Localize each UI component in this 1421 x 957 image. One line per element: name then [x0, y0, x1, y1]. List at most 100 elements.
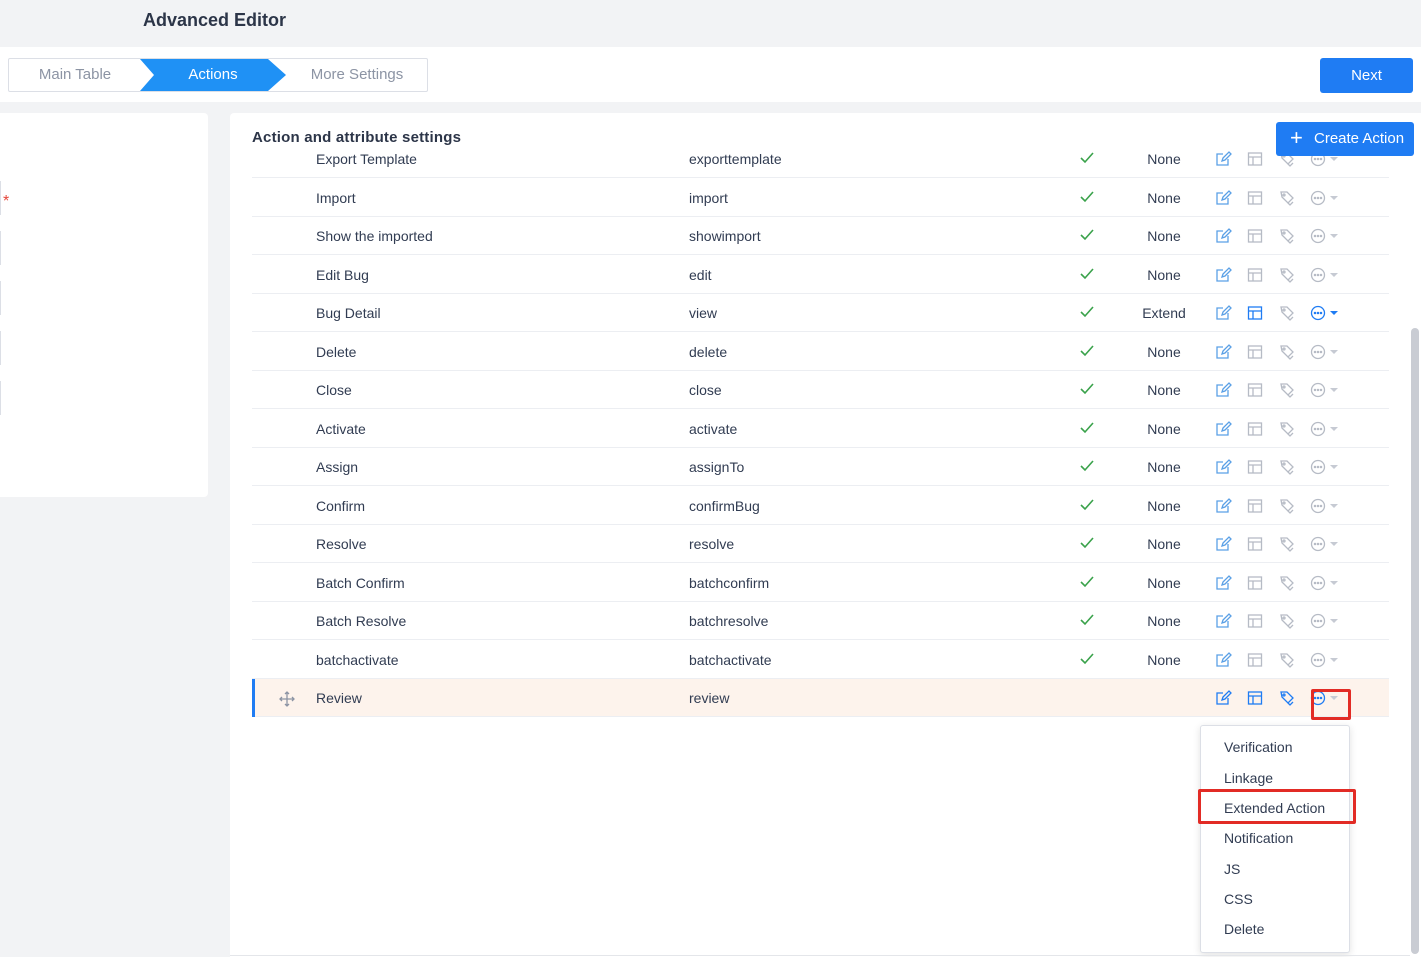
edit-icon[interactable] [1214, 420, 1232, 438]
chevron-down-icon[interactable] [1330, 349, 1338, 354]
tag-icon[interactable] [1278, 612, 1296, 630]
table-row[interactable]: Batch Resolve batchresolve None [252, 602, 1389, 640]
table-row[interactable]: Review review [252, 679, 1389, 717]
edit-icon[interactable] [1214, 343, 1232, 361]
chevron-down-icon[interactable] [1330, 157, 1338, 161]
edit-icon[interactable] [1214, 266, 1232, 284]
drag-handle-icon[interactable] [278, 690, 295, 707]
tag-icon[interactable] [1278, 651, 1296, 669]
table-row[interactable]: Import import None [252, 179, 1389, 217]
layout-icon[interactable] [1246, 189, 1264, 207]
table-row[interactable]: Assign assignTo None [252, 448, 1389, 486]
more-icon[interactable] [1309, 497, 1327, 515]
edit-icon[interactable] [1214, 381, 1232, 399]
edit-icon[interactable] [1214, 189, 1232, 207]
tag-icon[interactable] [1278, 304, 1296, 322]
chevron-down-icon[interactable] [1330, 388, 1338, 392]
table-row[interactable]: Batch Confirm batchconfirm None [252, 564, 1389, 602]
menu-item-verification[interactable]: Verification [1224, 739, 1292, 755]
edit-icon[interactable] [1214, 497, 1232, 515]
layout-icon[interactable] [1246, 304, 1264, 322]
edit-icon[interactable] [1214, 458, 1232, 476]
scrollbar[interactable] [1411, 328, 1419, 954]
edit-icon[interactable] [1214, 651, 1232, 669]
layout-icon[interactable] [1246, 150, 1264, 168]
chevron-down-icon[interactable] [1330, 465, 1338, 469]
tag-icon[interactable] [1278, 535, 1296, 553]
chevron-down-icon[interactable] [1330, 311, 1338, 315]
more-icon[interactable] [1309, 304, 1327, 322]
layout-icon[interactable] [1246, 497, 1264, 515]
edit-icon[interactable] [1214, 535, 1232, 553]
tag-icon[interactable] [1278, 266, 1296, 284]
table-row[interactable]: Delete delete None [252, 333, 1389, 371]
menu-item-delete[interactable]: Delete [1224, 921, 1264, 937]
tag-icon[interactable] [1278, 343, 1296, 361]
layout-icon[interactable] [1246, 574, 1264, 592]
chevron-down-icon[interactable] [1330, 657, 1338, 662]
menu-item-notification[interactable]: Notification [1224, 830, 1293, 846]
more-icon[interactable] [1309, 266, 1327, 284]
check-icon [1078, 342, 1094, 358]
table-row[interactable]: Edit Bug edit None [252, 256, 1389, 294]
tag-icon[interactable] [1278, 689, 1296, 707]
layout-icon[interactable] [1246, 381, 1264, 399]
layout-icon[interactable] [1246, 227, 1264, 245]
menu-item-js[interactable]: JS [1224, 861, 1240, 877]
table-row[interactable]: Bug Detail view Extend [252, 294, 1389, 332]
layout-icon[interactable] [1246, 689, 1264, 707]
chevron-down-icon[interactable] [1330, 195, 1338, 200]
layout-icon[interactable] [1246, 535, 1264, 553]
chevron-down-icon[interactable] [1330, 619, 1338, 623]
step-more-settings[interactable]: More Settings [285, 59, 429, 91]
step-actions[interactable]: Actions [140, 59, 286, 91]
layout-icon[interactable] [1246, 420, 1264, 438]
more-icon[interactable] [1309, 651, 1327, 669]
table-row[interactable]: Close close None [252, 371, 1389, 409]
table-row[interactable]: Show the imported showimport None [252, 217, 1389, 255]
tag-icon[interactable] [1278, 574, 1296, 592]
edit-icon[interactable] [1214, 689, 1232, 707]
more-icon[interactable] [1309, 227, 1327, 245]
edit-icon[interactable] [1214, 612, 1232, 630]
more-icon[interactable] [1309, 381, 1327, 399]
edit-icon[interactable] [1214, 304, 1232, 322]
layout-icon[interactable] [1246, 458, 1264, 476]
tag-icon[interactable] [1278, 381, 1296, 399]
more-icon[interactable] [1309, 458, 1327, 476]
layout-icon[interactable] [1246, 343, 1264, 361]
chevron-down-icon[interactable] [1330, 234, 1338, 238]
more-icon[interactable] [1309, 612, 1327, 630]
create-action-button[interactable]: + Create Action [1276, 122, 1414, 156]
tag-icon[interactable] [1278, 420, 1296, 438]
chevron-down-icon[interactable] [1330, 580, 1338, 585]
next-button[interactable]: Next [1320, 58, 1413, 93]
more-icon[interactable] [1309, 574, 1327, 592]
edit-icon[interactable] [1214, 574, 1232, 592]
table-row[interactable]: Activate activate None [252, 410, 1389, 448]
chevron-down-icon[interactable] [1330, 426, 1338, 431]
table-row[interactable]: Confirm confirmBug None [252, 487, 1389, 525]
more-icon[interactable] [1309, 535, 1327, 553]
chevron-down-icon[interactable] [1330, 272, 1338, 277]
chevron-down-icon[interactable] [1330, 542, 1338, 546]
chevron-down-icon[interactable] [1330, 503, 1338, 508]
edit-icon[interactable] [1214, 150, 1232, 168]
menu-item-linkage[interactable]: Linkage [1224, 770, 1273, 786]
menu-item-css[interactable]: CSS [1224, 891, 1253, 907]
tag-icon[interactable] [1278, 189, 1296, 207]
table-row[interactable]: Export Template exporttemplate None [252, 147, 1389, 178]
table-row[interactable]: Resolve resolve None [252, 525, 1389, 563]
tag-icon[interactable] [1278, 458, 1296, 476]
layout-icon[interactable] [1246, 651, 1264, 669]
more-icon[interactable] [1309, 189, 1327, 207]
layout-icon[interactable] [1246, 612, 1264, 630]
table-row[interactable]: batchactivate batchactivate None [252, 641, 1389, 679]
more-icon[interactable] [1309, 343, 1327, 361]
step-main-table[interactable]: Main Table [9, 59, 141, 91]
edit-icon[interactable] [1214, 227, 1232, 245]
tag-icon[interactable] [1278, 227, 1296, 245]
more-icon[interactable] [1309, 420, 1327, 438]
tag-icon[interactable] [1278, 497, 1296, 515]
layout-icon[interactable] [1246, 266, 1264, 284]
